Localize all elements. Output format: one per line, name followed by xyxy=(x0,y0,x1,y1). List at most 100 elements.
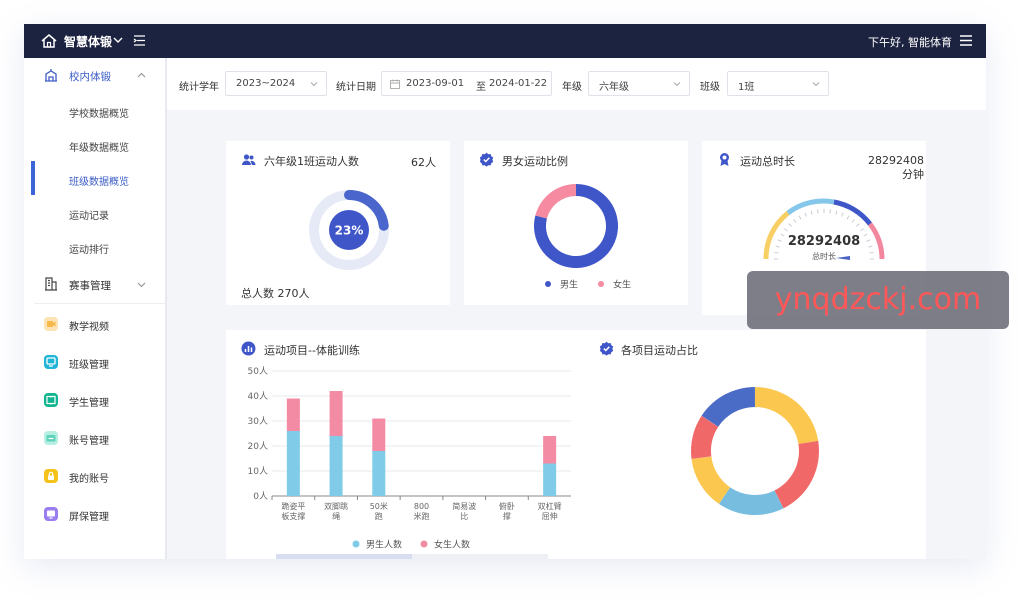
gauge-segment-navy xyxy=(833,199,872,226)
sidebar-item-exercise-ranking[interactable]: 运动排行 xyxy=(24,233,165,263)
grade-select[interactable]: 六年级 xyxy=(588,71,690,96)
hamburger-menu-icon[interactable] xyxy=(960,35,972,46)
x-tick-label: 板支撑 xyxy=(281,511,305,521)
y-tick-label: 50人 xyxy=(248,366,268,377)
sidebar-item-teaching-video[interactable]: 教学视频 xyxy=(24,309,165,339)
x-tick-label: 简易波 xyxy=(452,501,476,511)
medal-icon xyxy=(720,153,729,166)
building-icon xyxy=(45,277,57,291)
verified-badge-icon xyxy=(599,341,614,356)
users-icon xyxy=(242,154,256,165)
chevron-down-icon xyxy=(310,82,318,87)
sidebar-item-label: 运动记录 xyxy=(69,211,109,222)
greeting-text: 下午好, 智能体育 xyxy=(868,36,952,49)
x-tick-label: 双杠臂 xyxy=(538,501,562,511)
card-title-share: 各项目运动占比 xyxy=(621,344,698,357)
gender-legend: 男生 女生 xyxy=(545,279,631,291)
sidebar-group-label: 校内体锻 xyxy=(69,71,111,83)
grade-filter-label: 年级 xyxy=(562,82,582,93)
x-tick-label: 米跑 xyxy=(414,511,430,521)
donut-slice-female xyxy=(535,184,576,219)
share-donut-chart xyxy=(691,387,819,515)
sidebar-item-label: 账号管理 xyxy=(69,436,109,447)
active-count-value: 62人 xyxy=(411,156,436,169)
bar-male[interactable] xyxy=(372,451,386,496)
year-filter-label: 统计学年 xyxy=(179,82,219,93)
active-count-card: 六年级1班运动人数 62人 23% 总人数 270人 xyxy=(226,141,450,305)
duration-gauge: 28292408 总时长 xyxy=(763,198,885,261)
year-select[interactable]: 2023~2024 xyxy=(225,71,327,96)
legend-swatch-male xyxy=(352,540,360,548)
chevron-down-icon xyxy=(137,282,146,288)
active-indicator xyxy=(31,161,35,195)
sidebar-item-account-management[interactable]: 账号管理 xyxy=(24,423,165,453)
x-tick-label: 绳 xyxy=(332,511,340,521)
sidebar-item-class-overview[interactable]: 班级数据概览 xyxy=(24,161,165,195)
sidebar-group-events[interactable]: 赛事管理 xyxy=(24,267,165,301)
sidebar-item-exercise-records[interactable]: 运动记录 xyxy=(24,199,165,229)
duration-summary: 28292408 分钟 xyxy=(868,154,924,182)
donut-slice[interactable] xyxy=(755,387,819,444)
donut-slice[interactable] xyxy=(701,387,755,427)
legend-label-male: 男生人数 xyxy=(366,539,402,551)
y-tick-label: 30人 xyxy=(248,416,268,427)
legend-swatch-male xyxy=(545,281,551,287)
top-bar: 智慧体锻 下午好, 智能体育 xyxy=(24,24,986,58)
x-tick-label: 双脚跳 xyxy=(324,501,348,511)
y-tick-label: 0人 xyxy=(253,491,268,502)
gender-donut-chart xyxy=(534,184,618,268)
date-separator: 至 xyxy=(476,82,486,93)
chevron-down-icon[interactable] xyxy=(113,35,123,45)
duration-value: 28292408 xyxy=(868,154,924,167)
bar-female[interactable] xyxy=(372,418,386,452)
menu-fold-icon[interactable] xyxy=(133,34,146,47)
account-card-icon xyxy=(44,431,58,445)
bar-female[interactable] xyxy=(543,436,557,464)
bar-male[interactable] xyxy=(543,463,557,497)
sidebar-item-school-overview[interactable]: 学校数据概览 xyxy=(24,97,165,127)
date-filter-label: 统计日期 xyxy=(336,82,376,93)
sidebar-group-school[interactable]: 校内体锻 xyxy=(24,58,165,92)
bar-male[interactable] xyxy=(329,436,343,496)
sidebar-item-label: 班级管理 xyxy=(69,360,109,371)
x-tick-label: 比 xyxy=(460,511,468,521)
calendar-icon xyxy=(390,79,400,89)
filter-bar: 统计学年 2023~2024 统计日期 2023-09-01 至 2024-01… xyxy=(167,58,986,110)
sidebar-item-screensaver-management[interactable]: 屏保管理 xyxy=(24,499,165,529)
legend-swatch-female xyxy=(420,540,428,548)
class-select[interactable]: 1班 xyxy=(727,71,829,96)
date-end-value: 2024-01-22 xyxy=(489,78,548,89)
chevron-down-icon xyxy=(812,82,820,87)
home-icon[interactable] xyxy=(40,32,58,50)
bar-male[interactable] xyxy=(286,431,300,496)
card-title: 运动总时长 xyxy=(740,155,795,168)
sidebar-item-label: 学校数据概览 xyxy=(69,109,129,120)
sidebar-item-student-management[interactable]: 学生管理 xyxy=(24,385,165,415)
chart-scrollbar-thumb[interactable] xyxy=(276,554,412,559)
bar-female[interactable] xyxy=(286,398,300,432)
brand-title[interactable]: 智慧体锻 xyxy=(64,33,112,50)
class-filter-label: 班级 xyxy=(700,82,720,93)
date-range-picker[interactable]: 2023-09-01 至 2024-01-22 xyxy=(381,71,552,96)
sidebar-item-label: 教学视频 xyxy=(69,322,109,333)
x-tick-label: 跑 xyxy=(375,512,383,521)
card-title: 男女运动比例 xyxy=(502,155,568,168)
x-tick-label: 俯卧 xyxy=(499,501,515,511)
sidebar-item-grade-overview[interactable]: 年级数据概览 xyxy=(24,131,165,161)
legend-label-female: 女生人数 xyxy=(434,539,470,551)
video-icon xyxy=(44,317,58,331)
sidebar-item-my-account[interactable]: 我的账号 xyxy=(24,461,165,491)
donut-slice[interactable] xyxy=(718,487,784,515)
donut-slice[interactable] xyxy=(774,440,819,509)
progress-percent: 23% xyxy=(335,224,364,238)
gauge-value: 28292408 xyxy=(788,234,860,249)
x-tick-label: 50米 xyxy=(370,501,388,511)
x-tick-label: 撑 xyxy=(503,511,511,521)
legend-swatch-female xyxy=(598,281,604,287)
bar-female[interactable] xyxy=(329,391,343,436)
sidebar-item-label: 班级数据概览 xyxy=(69,177,129,188)
sidebar: 校内体锻 学校数据概览 年级数据概览 班级数据概览 运动记录 运动排行 赛事管理 xyxy=(24,58,167,559)
sidebar-item-class-management[interactable]: 班级管理 xyxy=(24,347,165,377)
x-tick-label: 跪姿平 xyxy=(281,501,305,511)
year-select-value: 2023~2024 xyxy=(236,78,296,89)
